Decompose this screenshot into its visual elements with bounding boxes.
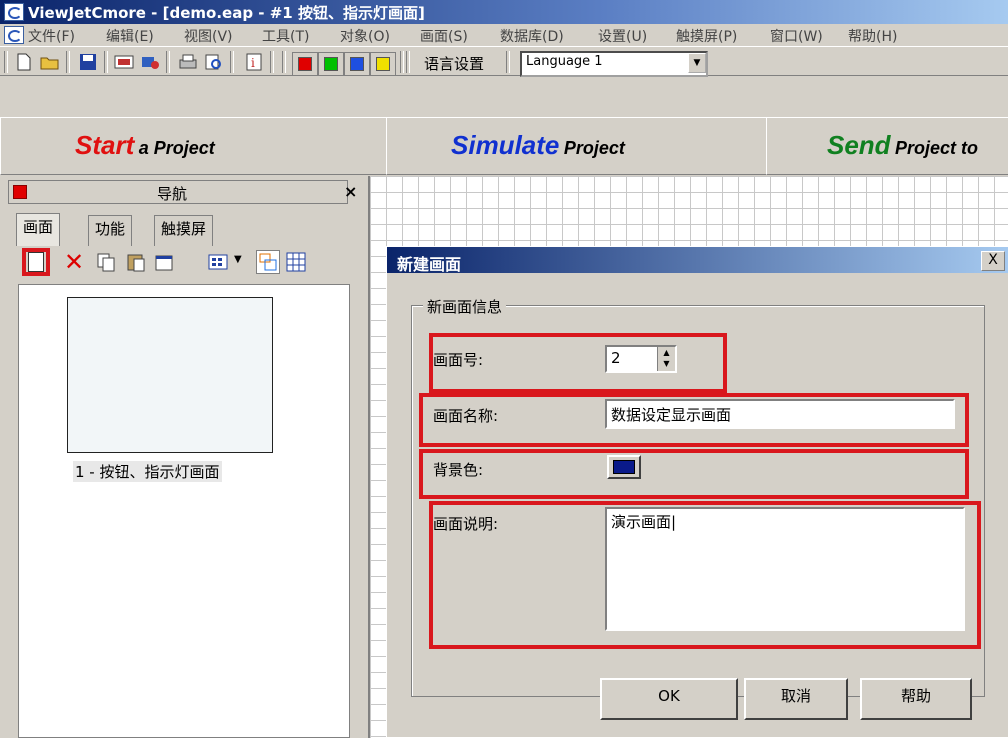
copy-icon[interactable]: [96, 252, 116, 272]
screen-number-value: 2: [611, 349, 621, 367]
blue-color-button[interactable]: [344, 52, 370, 76]
send-project-button[interactable]: Send Project to: [766, 117, 1008, 175]
yellow-swatch: [376, 57, 390, 71]
dialog-title-bar: 新建画面 X: [387, 247, 1008, 274]
screen-thumbnail[interactable]: [67, 297, 273, 453]
grid-view-icon[interactable]: [286, 252, 308, 272]
menu-screen[interactable]: 画面(S): [420, 26, 468, 46]
menu-object[interactable]: 对象(O): [340, 26, 390, 46]
print-preview-icon[interactable]: [204, 53, 224, 71]
nav-color-icon: [13, 185, 27, 199]
menu-touchscreen[interactable]: 触摸屏(P): [676, 26, 737, 46]
send-sub-label: Project to: [895, 138, 979, 158]
screen-list: 1 - 按钮、指示灯画面: [18, 284, 350, 738]
menu-tools[interactable]: 工具(T): [262, 26, 309, 46]
green-color-button[interactable]: [318, 52, 344, 76]
info-icon[interactable]: i: [244, 53, 264, 71]
screen-number-spinner[interactable]: 2 ▲ ▼: [605, 345, 677, 373]
menu-file[interactable]: 文件(F): [28, 26, 75, 46]
simulate-project-button[interactable]: Simulate Project: [386, 117, 768, 175]
blue-swatch: [350, 57, 364, 71]
project-banner: Start a Project Simulate Project Send Pr…: [0, 117, 1008, 177]
yellow-color-button[interactable]: [370, 52, 396, 76]
save-icon[interactable]: [78, 53, 98, 71]
dialog-title: 新建画面: [397, 255, 462, 274]
background-color-button[interactable]: [607, 455, 641, 479]
green-swatch: [324, 57, 338, 71]
group-label: 新画面信息: [423, 296, 507, 317]
description-value: 演示画面|: [611, 513, 677, 531]
app-icon: [4, 3, 24, 21]
properties-icon[interactable]: [154, 252, 176, 272]
screen-icon[interactable]: [114, 53, 134, 71]
spin-arrows-icon[interactable]: ▲ ▼: [657, 347, 675, 371]
new-file-icon[interactable]: [14, 53, 34, 71]
language-select[interactable]: Language 1 ▼: [520, 51, 708, 77]
background-color-label: 背景色:: [433, 461, 484, 479]
nav-header: 导航: [8, 180, 348, 204]
view-dropdown-icon[interactable]: ▼: [234, 254, 242, 265]
thumbnail-view-icon[interactable]: [256, 250, 280, 274]
screen-number-label: 画面号:: [433, 351, 484, 369]
print-icon[interactable]: [178, 53, 198, 71]
language-label: 语言设置: [424, 55, 485, 73]
screen-item-label[interactable]: 1 - 按钮、指示灯画面: [73, 461, 222, 482]
transfer-icon[interactable]: [140, 53, 160, 71]
menu-edit[interactable]: 编辑(E): [106, 26, 154, 46]
new-screen-dialog: 新建画面 X 新画面信息 画面号: 2 ▲▼ 画面名称: 背景色: 画面说明: …: [386, 246, 1008, 738]
menu-database[interactable]: 数据库(D): [500, 26, 564, 46]
delete-icon[interactable]: ✕: [64, 248, 84, 276]
doc-icon[interactable]: [4, 26, 24, 44]
dialog-close-button[interactable]: X: [981, 251, 1005, 271]
red-color-button[interactable]: [292, 52, 318, 76]
simulate-label: Simulate: [451, 130, 560, 160]
chevron-down-icon[interactable]: ▼: [688, 53, 706, 73]
cancel-button[interactable]: 取消: [744, 678, 848, 720]
view-mode-icon[interactable]: [208, 252, 230, 272]
background-color-swatch: [613, 460, 635, 474]
send-label: Send: [827, 130, 891, 160]
simulate-sub-label: Project: [563, 138, 625, 158]
title-bar: ViewJetCmore - [demo.eap - #1 按钮、指示灯画面]: [0, 0, 1008, 24]
window-title: ViewJetCmore - [demo.eap - #1 按钮、指示灯画面]: [28, 4, 425, 22]
menu-settings[interactable]: 设置(U): [598, 26, 647, 46]
nav-toolbar: ✕ ▼: [8, 242, 362, 280]
menu-bar: 文件(F) 编辑(E) 视图(V) 工具(T) 对象(O) 画面(S) 数据库(…: [0, 24, 1008, 46]
start-project-button[interactable]: Start a Project: [0, 117, 388, 175]
ok-button[interactable]: OK: [600, 678, 738, 720]
nav-title: 导航: [157, 185, 188, 203]
paste-icon[interactable]: [126, 252, 146, 272]
start-sub-label: a Project: [138, 138, 215, 158]
menu-view[interactable]: 视图(V): [184, 26, 233, 46]
description-label: 画面说明:: [433, 515, 499, 533]
background-color-highlight: [419, 449, 969, 499]
open-folder-icon[interactable]: [40, 53, 60, 71]
red-swatch: [298, 57, 312, 71]
description-textarea[interactable]: 演示画面|: [605, 507, 965, 631]
screen-name-label: 画面名称:: [433, 407, 499, 425]
menu-window[interactable]: 窗口(W): [770, 26, 823, 46]
language-value: Language 1: [526, 54, 603, 69]
menu-help[interactable]: 帮助(H): [848, 26, 897, 46]
svg-text:i: i: [251, 56, 255, 70]
start-label: Start: [75, 130, 135, 160]
toolbar: i 语言设置 Language 1 ▼: [0, 46, 1008, 77]
new-screen-icon[interactable]: [28, 252, 44, 272]
help-button[interactable]: 帮助: [860, 678, 972, 720]
nav-close-icon[interactable]: ×: [344, 182, 357, 201]
screen-name-input[interactable]: [605, 399, 955, 429]
